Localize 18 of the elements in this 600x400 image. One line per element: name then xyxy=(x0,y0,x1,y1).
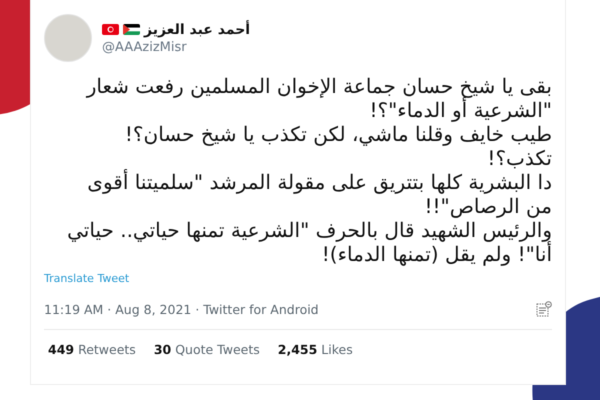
flag-icon xyxy=(123,24,140,35)
avatar-placeholder xyxy=(44,14,92,62)
notes-icon[interactable] xyxy=(536,301,552,317)
tweet-text: دا البشرية كلها بتتريق على مقولة المرشد "سلميتنا أقوى xyxy=(86,170,552,194)
tweet-text: "الشرعية أو الدماء"؟! xyxy=(368,98,552,122)
tweet-text: طيب خايف وقلنا ماشي، لكن تكذب يا شيخ حسان؟! xyxy=(124,122,552,146)
flag-icon xyxy=(102,24,119,35)
author-handle: @AAAzizMisr xyxy=(102,40,188,54)
tweet-text: بقى يا شيخ حسان جماعة الإخوان المسلمين رفعت شعار xyxy=(84,74,552,98)
tweet-text: والرئيس الشهيد قال بالحرف "الشرعية تمنها حياتي.. حياتي xyxy=(66,218,552,242)
author-name: أحمد عبد العزيز xyxy=(144,22,250,38)
engagement-stat[interactable]: 30 Quote Tweets xyxy=(154,342,260,357)
engagement-stat[interactable]: 2,455 Likes xyxy=(278,342,353,357)
tweet-timestamp: 11:19 AM · Aug 8, 2021 · Twitter for Android xyxy=(44,302,319,316)
tweet-text: من الرصاص"!! xyxy=(424,194,552,218)
tweet-text: أنا"! ولم يقل (تمنها الدماء)! xyxy=(322,242,552,266)
tweet-text: تكذب؟! xyxy=(486,146,552,170)
engagement-stat[interactable]: 449 Retweets xyxy=(48,342,136,357)
